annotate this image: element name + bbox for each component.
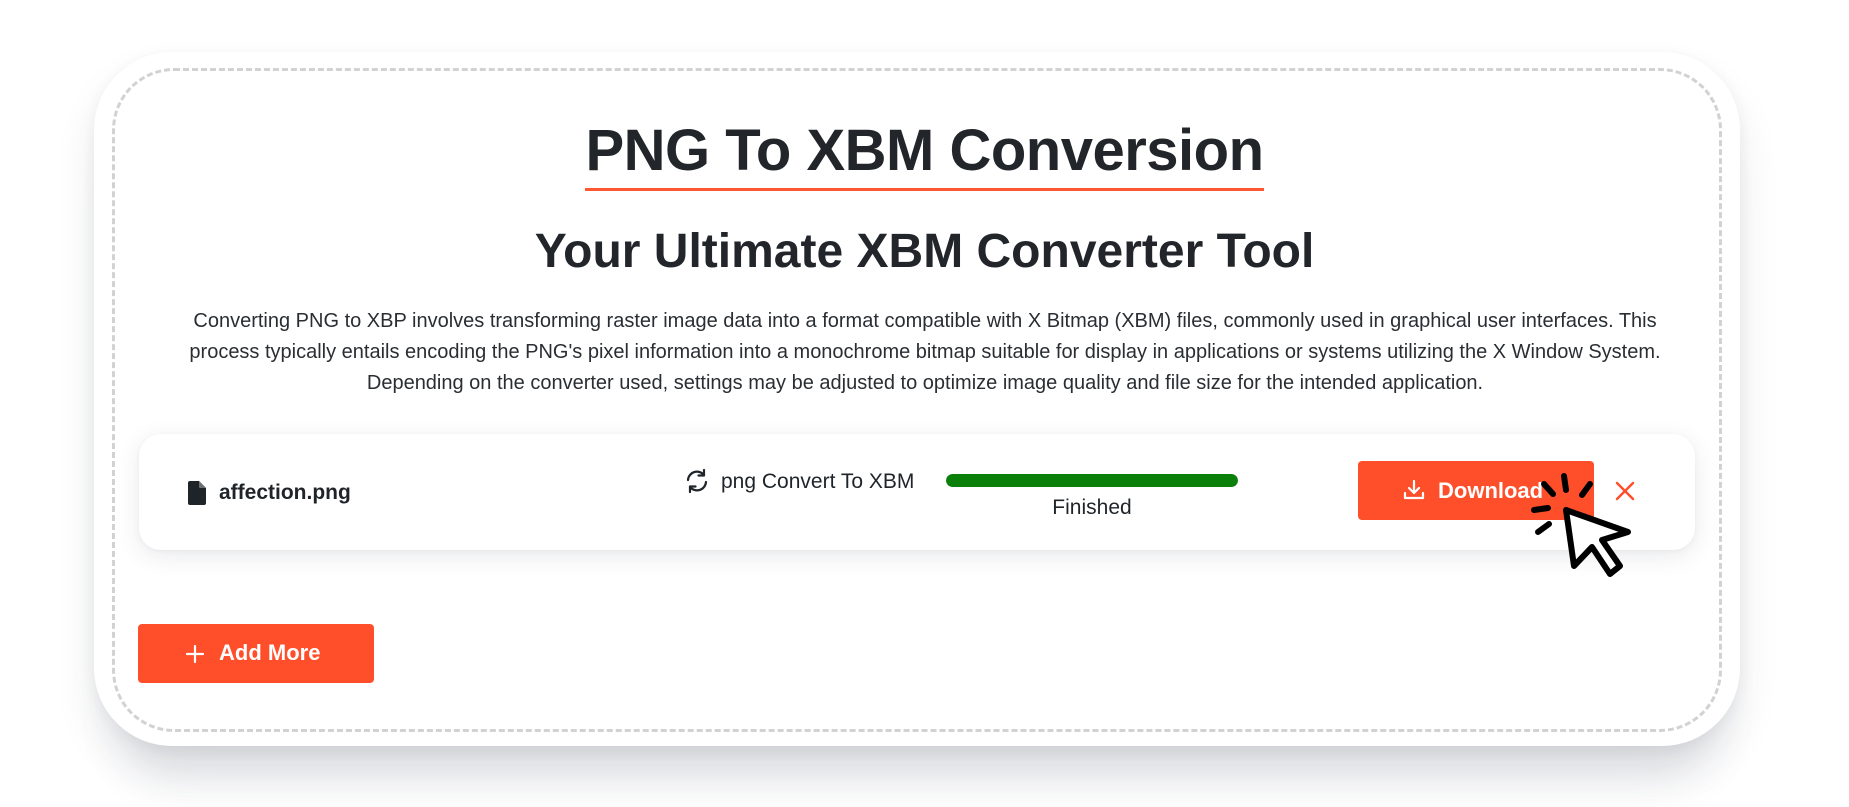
progress-bar: [946, 474, 1238, 487]
plus-icon: [186, 645, 204, 663]
add-more-label: Add More: [219, 640, 321, 665]
close-icon[interactable]: [1614, 480, 1636, 502]
add-more-button[interactable]: Add More: [138, 624, 374, 683]
status-text: Finished: [1052, 496, 1132, 519]
download-icon: [1403, 479, 1425, 500]
conversion-label: png Convert To XBM: [721, 470, 915, 493]
download-label: Download: [1438, 477, 1544, 503]
file-icon: [188, 481, 206, 505]
title-wrap: PNG To XBM Conversion: [0, 118, 1849, 191]
progress-fill: [946, 474, 1238, 487]
page-subtitle: Your Ultimate XBM Converter Tool: [534, 225, 1315, 278]
page-title: PNG To XBM Conversion: [585, 118, 1264, 191]
refresh-icon: [686, 468, 708, 494]
file-name: affection.png: [219, 481, 351, 504]
download-button[interactable]: Download: [1358, 461, 1594, 520]
page-description: Converting PNG to XBP involves transform…: [189, 310, 1661, 394]
